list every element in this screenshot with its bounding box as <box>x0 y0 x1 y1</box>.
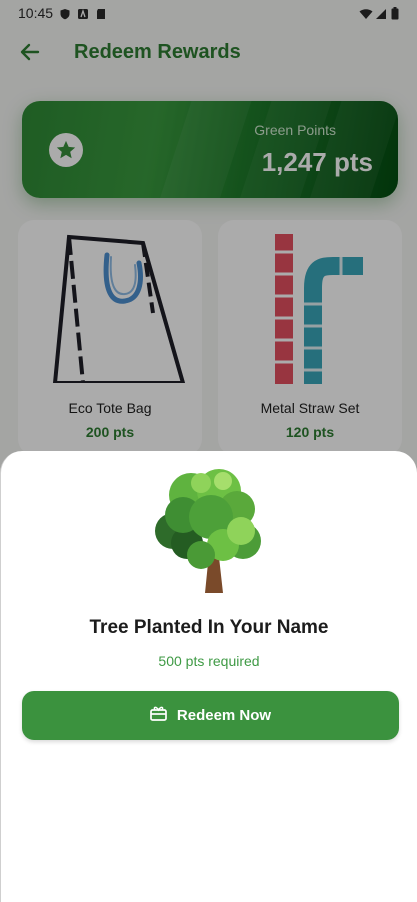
redeem-now-label: Redeem Now <box>176 707 272 724</box>
reward-title: Tree Planted In Your Name <box>89 617 329 638</box>
reward-bottom-sheet: Tree Planted In Your Name 500 pts requir… <box>0 451 417 902</box>
redeem-now-button[interactable]: Redeem Now <box>22 691 399 740</box>
gift-card-icon <box>150 706 167 725</box>
points-required: 500 pts required <box>158 653 260 669</box>
tree-icon <box>153 469 267 593</box>
